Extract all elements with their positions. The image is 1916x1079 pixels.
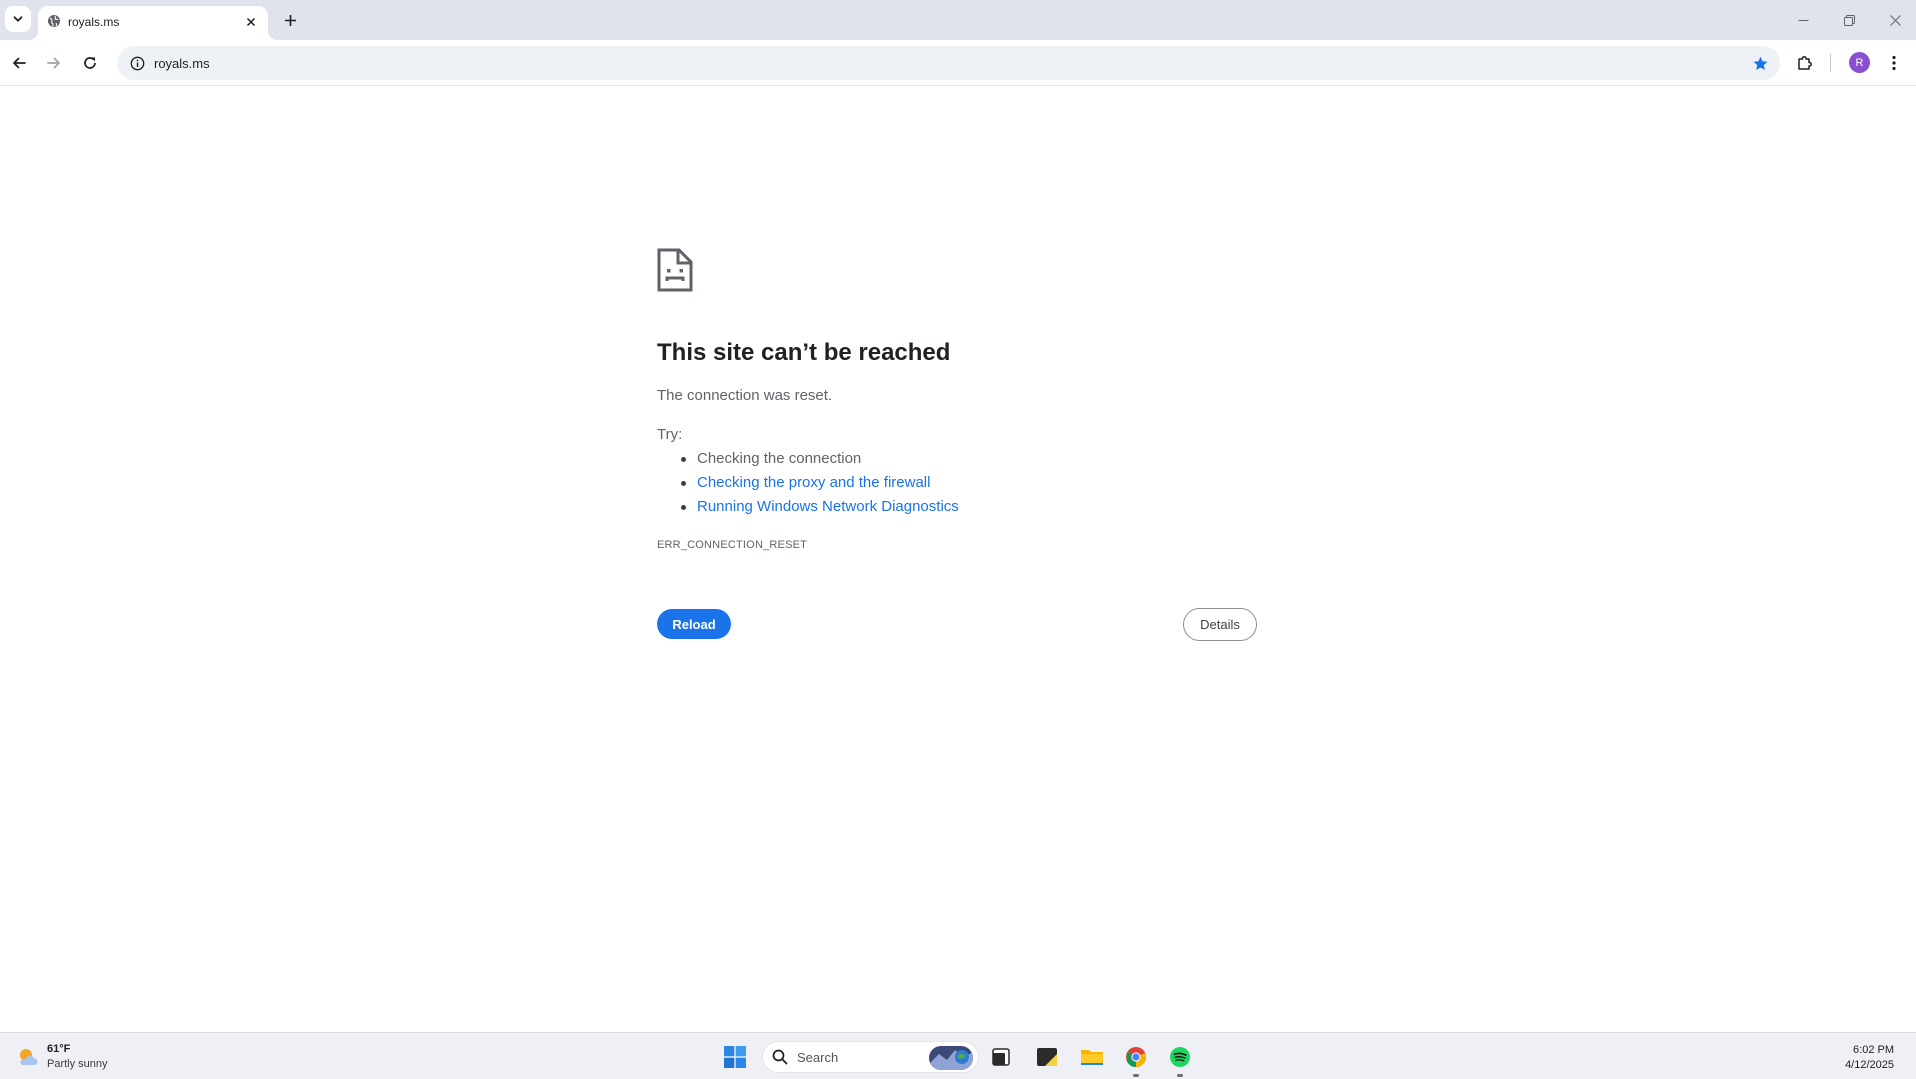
minimize-button[interactable] [1780, 0, 1826, 40]
new-tab-button[interactable] [277, 7, 303, 33]
reload-button[interactable] [74, 47, 106, 79]
taskbar-app-chrome[interactable] [1120, 1041, 1152, 1077]
back-arrow-icon [13, 57, 26, 69]
tab-title: royals.ms [68, 15, 120, 29]
tab-search-button[interactable] [5, 6, 31, 32]
weather-condition: Partly sunny [47, 1058, 108, 1070]
chrome-icon [1126, 1047, 1146, 1068]
taskbar-app-task-view[interactable] [985, 1041, 1017, 1073]
windows-logo-icon [724, 1046, 746, 1068]
search-icon [772, 1049, 788, 1065]
address-bar[interactable]: royals.ms [117, 46, 1780, 80]
tab-strip: royals.ms [0, 0, 1916, 40]
list-item: Checking the proxy and the firewall [681, 474, 959, 498]
suggestion-check-connection: Checking the connection [697, 450, 862, 467]
active-tab[interactable]: royals.ms [28, 6, 278, 40]
start-button[interactable] [719, 1041, 751, 1073]
partly-sunny-icon [20, 1049, 38, 1065]
details-button[interactable]: Details [1183, 608, 1257, 641]
close-tab-button[interactable] [240, 11, 262, 33]
task-view-icon [992, 1048, 1010, 1066]
suggestion-proxy-firewall-link[interactable]: Checking the proxy and the firewall [697, 474, 930, 491]
suggestions-list: Checking the connection Checking the pro… [681, 450, 959, 522]
taskbar-app-sticky-notes[interactable] [1031, 1041, 1063, 1073]
search-highlight-image [929, 1046, 973, 1070]
browser-toolbar: royals.ms R [0, 40, 1916, 86]
browser-menu-button[interactable] [1878, 47, 1910, 79]
error-code: ERR_CONNECTION_RESET [657, 539, 808, 551]
weather-temperature: 61°F [47, 1043, 71, 1055]
reload-icon [84, 57, 96, 69]
close-icon [1889, 14, 1901, 26]
chevron-down-icon [13, 16, 23, 22]
toolbar-divider [1830, 54, 1831, 72]
plus-icon [284, 14, 296, 26]
system-clock[interactable]: 6:02 PM 4/12/2025 [1845, 1043, 1894, 1073]
taskbar-search-placeholder: Search [797, 1050, 839, 1065]
error-title: This site can’t be reached [657, 339, 951, 366]
bookmark-star-icon[interactable] [1748, 51, 1772, 75]
taskbar: 61°F Partly sunny Search 6:02 PM 4/12/20… [0, 1032, 1916, 1079]
reload-page-button[interactable]: Reload [657, 609, 731, 639]
spotify-icon [1170, 1047, 1190, 1067]
more-vertical-icon [1892, 55, 1896, 71]
weather-widget[interactable]: 61°F Partly sunny [14, 1042, 134, 1072]
file-explorer-icon [1081, 1050, 1103, 1065]
site-info-icon[interactable] [125, 51, 149, 75]
restore-button[interactable] [1826, 0, 1872, 40]
globe-icon [46, 13, 62, 29]
taskbar-app-file-explorer[interactable] [1076, 1041, 1108, 1073]
forward-button[interactable] [38, 47, 70, 79]
taskbar-search-box[interactable]: Search [762, 1041, 979, 1073]
clock-time: 6:02 PM [1853, 1044, 1894, 1056]
taskbar-app-spotify[interactable] [1164, 1041, 1196, 1077]
list-item: Running Windows Network Diagnostics [681, 498, 959, 522]
minimize-icon [1798, 19, 1808, 21]
back-button[interactable] [3, 47, 35, 79]
extensions-button[interactable] [1789, 47, 1821, 79]
forward-arrow-icon [47, 57, 60, 69]
puzzle-piece-icon [1798, 56, 1812, 70]
close-icon [246, 17, 256, 27]
sad-page-icon [657, 248, 693, 292]
profile-avatar[interactable]: R [1849, 52, 1870, 73]
suggestion-network-diagnostics-link[interactable]: Running Windows Network Diagnostics [697, 498, 959, 515]
list-item: Checking the connection [681, 450, 959, 474]
address-bar-url[interactable]: royals.ms [154, 56, 210, 71]
try-label: Try: [657, 426, 683, 443]
clock-date: 4/12/2025 [1845, 1059, 1894, 1071]
sticky-notes-icon [1037, 1048, 1057, 1066]
restore-icon [1843, 14, 1855, 26]
close-window-button[interactable] [1872, 0, 1916, 40]
error-description: The connection was reset. [657, 387, 833, 404]
